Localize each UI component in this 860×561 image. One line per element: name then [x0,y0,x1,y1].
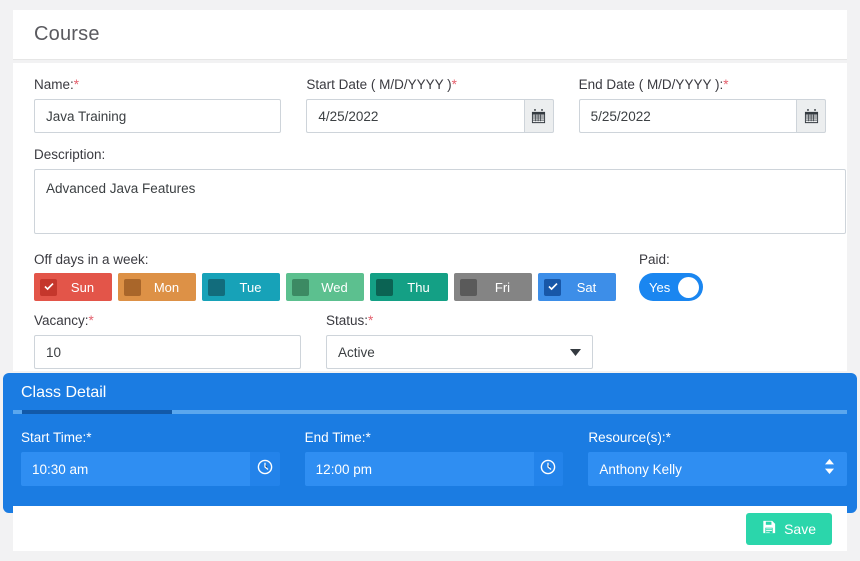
row-class-times: Start Time:* End Time:* [13,430,848,486]
required-asterisk: * [723,77,729,92]
off-day-label: Sat [576,279,597,295]
class-detail-underline [13,410,847,414]
resources-label: Resource(s):* [588,430,671,445]
start-time-group [21,452,280,486]
required-asterisk: * [365,430,371,445]
end-time-group [304,452,564,486]
vacancy-input[interactable] [34,335,301,369]
required-asterisk: * [73,77,80,92]
description-label: Description: [34,147,106,162]
end-date-input[interactable] [578,99,797,133]
form-footer: Save [13,506,847,551]
start-time-input[interactable] [21,452,250,486]
calendar-icon [804,108,819,124]
off-day-chip-mon[interactable]: Mon [118,273,196,301]
off-day-label: Tue [239,279,262,295]
page-title: Course [34,23,100,45]
row-name-dates: Name:* Start Date ( M/D/YYYY )* End Date… [34,77,826,133]
off-day-label: Sun [70,279,95,295]
start-time-label: Start Time:* [21,430,92,445]
field-status: Status:* Active [326,313,593,369]
row-vacancy-status: Vacancy:* Status:* Active [34,313,826,369]
start-date-input[interactable] [306,99,524,133]
save-floppy-icon [762,520,776,537]
field-start-date: Start Date ( M/D/YYYY )* [306,77,554,133]
description-textarea[interactable]: Advanced Java Features [34,169,846,234]
field-vacancy: Vacancy:* [34,313,301,369]
off-day-chip-tue[interactable]: Tue [202,273,280,301]
checkbox-tue[interactable] [208,278,225,296]
checkbox-wed[interactable] [292,278,309,296]
row-offdays-paid: Off days in a week: Sun Mon Tue Wed Thu … [34,252,826,301]
status-label: Status:* [326,313,374,328]
field-name: Name:* [34,77,282,133]
toggle-knob [678,276,699,298]
resources-select[interactable]: Anthony Kelly [588,452,848,486]
class-detail-panel: Class Detail Start Time:* End Time:* [3,373,857,513]
checkbox-mon[interactable] [124,278,141,296]
end-date-calendar-button[interactable] [796,99,826,133]
paid-label: Paid: [639,252,670,267]
start-date-label: Start Date ( M/D/YYYY )* [306,77,457,92]
class-detail-title: Class Detail [21,384,107,401]
required-asterisk: * [88,313,94,328]
required-asterisk: * [665,430,671,445]
off-days-label: Off days in a week: [34,252,149,267]
vacancy-label: Vacancy:* [34,313,94,328]
field-end-time: End Time:* [304,430,564,486]
end-time-input[interactable] [304,452,534,486]
paid-toggle-label: Yes [649,279,671,295]
start-time-clock-button[interactable] [249,452,280,486]
off-day-label: Thu [407,279,430,295]
end-time-label: End Time:* [304,430,371,445]
checkbox-thu[interactable] [376,278,393,296]
field-paid: Paid: Yes [639,252,703,301]
end-time-clock-button[interactable] [533,452,564,486]
off-days-chip-group: Sun Mon Tue Wed Thu Fri Sat [34,273,616,301]
checkbox-fri[interactable] [460,278,477,296]
off-day-chip-sat[interactable]: Sat [538,273,616,301]
clock-icon [540,459,556,480]
off-day-label: Mon [153,279,180,295]
checkbox-sun[interactable] [40,278,57,296]
off-day-label: Fri [494,279,511,295]
off-day-label: Wed [321,279,348,295]
name-label: Name:* [34,77,80,92]
field-off-days: Off days in a week: Sun Mon Tue Wed Thu … [34,252,616,301]
off-day-chip-thu[interactable]: Thu [370,273,448,301]
start-date-calendar-button[interactable] [523,99,554,133]
save-button[interactable]: Save [746,512,832,545]
name-input[interactable] [34,99,282,133]
checkbox-sat[interactable] [544,278,561,296]
start-date-group [306,99,554,133]
clock-icon [257,459,273,480]
off-day-chip-sun[interactable]: Sun [34,273,112,301]
status-select[interactable]: Active [326,335,593,369]
required-asterisk: * [368,313,374,328]
course-form-page: Course Name:* Start Date ( M/D/YYYY )* [0,0,860,561]
off-day-chip-wed[interactable]: Wed [286,273,364,301]
course-form-body: Name:* Start Date ( M/D/YYYY )* End Date… [13,63,847,371]
field-end-date: End Date ( M/D/YYYY ):* [578,77,826,133]
save-button-label: Save [784,520,816,537]
field-start-time: Start Time:* [21,430,280,486]
paid-toggle[interactable]: Yes [639,273,703,301]
required-asterisk: * [451,77,457,92]
field-resources: Resource(s):* Anthony Kelly [588,430,848,486]
calendar-icon [531,108,546,124]
required-asterisk: * [86,430,92,445]
card-header: Course [13,10,847,60]
end-date-group [578,99,826,133]
end-date-label: End Date ( M/D/YYYY ):* [578,77,729,92]
field-description: Description: Advanced Java Features [34,147,846,239]
off-day-chip-fri[interactable]: Fri [454,273,532,301]
